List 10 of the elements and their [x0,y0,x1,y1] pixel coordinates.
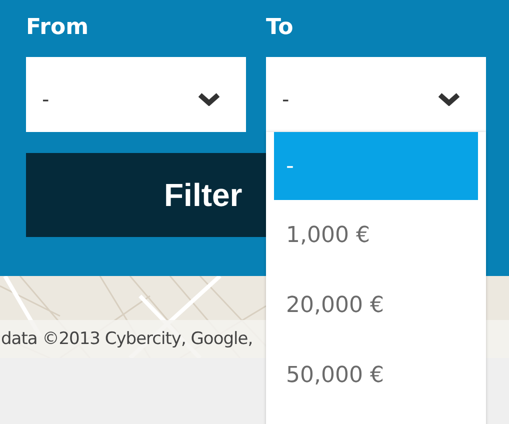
select-field[interactable]: - [266,57,486,132]
map-attribution: data ©2013 Cybercity, Google, [1,329,253,349]
dropdown-option[interactable]: 20,000 € [274,270,478,340]
chevron-down-icon [198,92,220,106]
select-field[interactable]: - [26,57,246,132]
field-label: To [266,14,294,42]
chevron-down-icon [438,92,460,106]
dropdown-option[interactable]: 50,000 € [274,340,478,410]
dropdown-option[interactable]: - [274,132,478,200]
field-label: From [26,14,90,42]
